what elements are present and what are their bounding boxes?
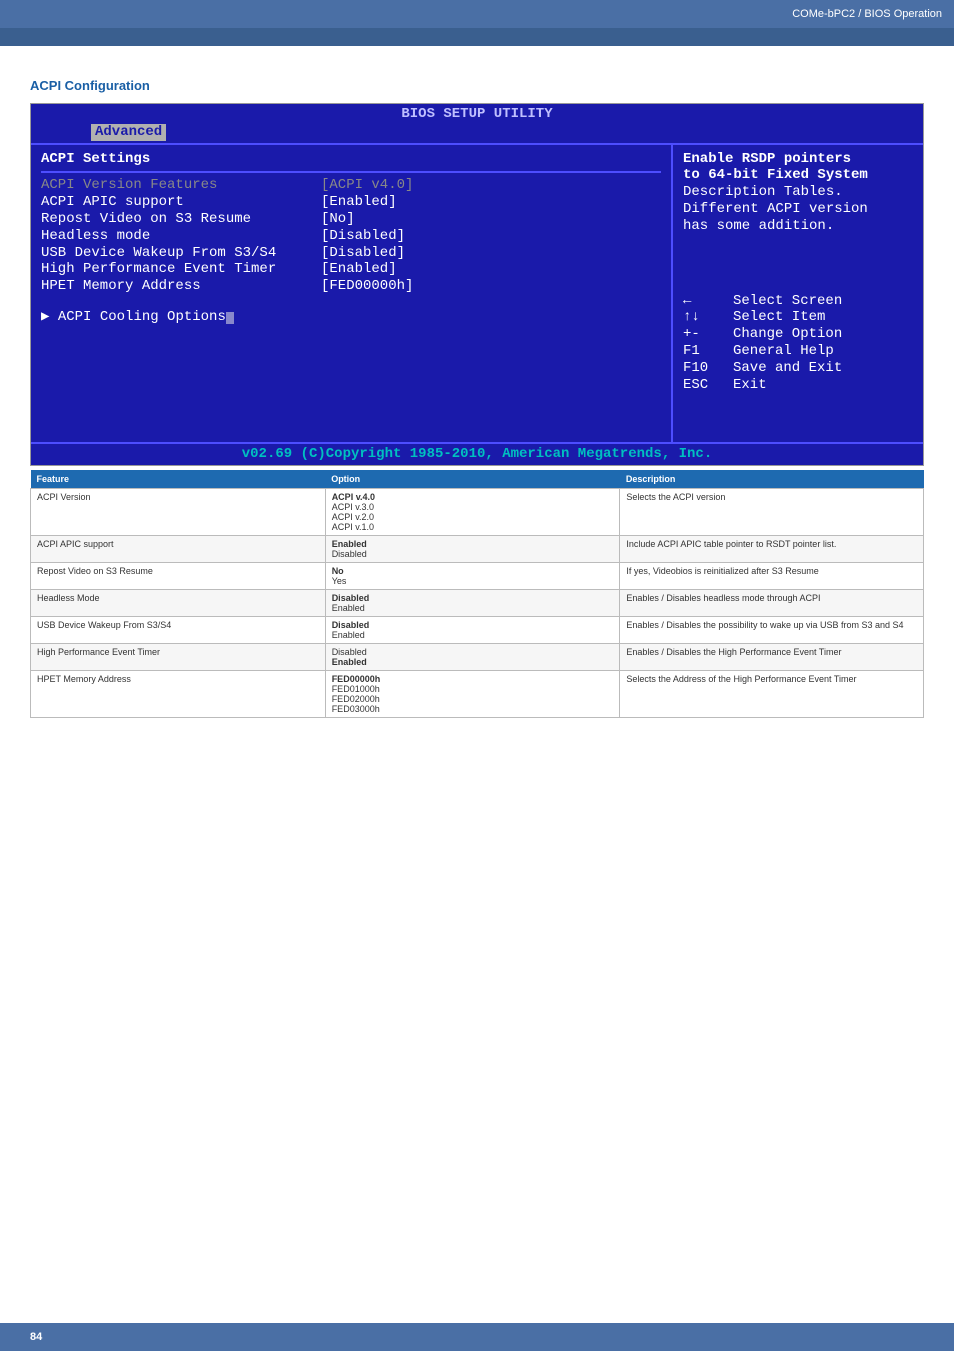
col-feature: Feature (31, 470, 326, 489)
bios-key: ↑↓ (683, 309, 733, 326)
cell-description: Selects the Address of the High Performa… (620, 670, 924, 717)
cell-description: Include ACPI APIC table pointer to RSDT … (620, 535, 924, 562)
bios-help-line: Enable RSDP pointers (683, 151, 913, 168)
bios-item-label: High Performance Event Timer (41, 261, 321, 278)
feature-table: Feature Option Description ACPI VersionA… (30, 470, 924, 718)
bios-right-panel: Enable RSDP pointers to 64-bit Fixed Sys… (673, 145, 923, 442)
bios-key: ESC (683, 377, 733, 394)
cell-option: DisabledEnabled (325, 589, 620, 616)
bios-help-line: Different ACPI version (683, 201, 913, 218)
bios-footer: v02.69 (C)Copyright 1985-2010, American … (31, 444, 923, 465)
bios-item-value: [Enabled] (321, 194, 397, 211)
cell-feature: High Performance Event Timer (31, 643, 326, 670)
bios-item-value: [Disabled] (321, 245, 405, 262)
bios-body: ACPI Settings ACPI Version Features[ACPI… (31, 143, 923, 444)
cell-feature: Repost Video on S3 Resume (31, 562, 326, 589)
cell-option: ACPI v.4.0ACPI v.3.0ACPI v.2.0ACPI v.1.0 (325, 488, 620, 535)
bios-setup-screen: BIOS SETUP UTILITY Advanced ACPI Setting… (30, 103, 924, 466)
bios-item-apic-support[interactable]: ACPI APIC support[Enabled] (41, 194, 661, 211)
bios-key: F1 (683, 343, 733, 360)
bios-item-usb-wakeup[interactable]: USB Device Wakeup From S3/S4[Disabled] (41, 245, 661, 262)
bios-item-value: [No] (321, 211, 355, 228)
bios-submenu-cooling[interactable]: ▶ ACPI Cooling Options (41, 309, 661, 326)
bios-item-label: ACPI Version Features (41, 177, 321, 194)
table-row: USB Device Wakeup From S3/S4DisabledEnab… (31, 616, 924, 643)
section-title: ACPI Configuration (30, 78, 924, 93)
bios-submenu-label: ▶ ACPI Cooling Options (41, 309, 226, 326)
table-row: ACPI APIC supportEnabledDisabledInclude … (31, 535, 924, 562)
bios-item-value: [FED00000h] (321, 278, 413, 295)
scrollbar-indicator-icon (226, 312, 234, 324)
bios-divider (41, 171, 661, 173)
cell-description: Enables / Disables headless mode through… (620, 589, 924, 616)
bios-key: F10 (683, 360, 733, 377)
bios-help-line: to 64-bit Fixed System (683, 167, 913, 184)
cell-option: DisabledEnabled (325, 643, 620, 670)
table-row: Repost Video on S3 ResumeNoYesIf yes, Vi… (31, 562, 924, 589)
bios-item-value: [Enabled] (321, 261, 397, 278)
bios-tab-advanced[interactable]: Advanced (91, 124, 166, 141)
bios-item-repost-video[interactable]: Repost Video on S3 Resume[No] (41, 211, 661, 228)
table-body: ACPI VersionACPI v.4.0ACPI v.3.0ACPI v.2… (31, 488, 924, 717)
cell-option: FED00000hFED01000hFED02000hFED03000h (325, 670, 620, 717)
bios-panel-heading: ACPI Settings (41, 151, 661, 168)
bios-item-label: ACPI APIC support (41, 194, 321, 211)
bios-key-desc: Select Screen (733, 293, 842, 310)
bios-item-value: [Disabled] (321, 228, 405, 245)
bios-item-label: Repost Video on S3 Resume (41, 211, 321, 228)
bios-key-desc: Select Item (733, 309, 825, 326)
cell-description: If yes, Videobios is reinitialized after… (620, 562, 924, 589)
bios-key-row: ↑↓Select Item (683, 309, 913, 326)
bios-key-desc: Exit (733, 377, 767, 394)
table-row: High Performance Event TimerDisabledEnab… (31, 643, 924, 670)
bios-tabs: Advanced (31, 123, 923, 143)
sub-header-bar (0, 28, 954, 46)
bios-item-label: HPET Memory Address (41, 278, 321, 295)
page-content: ACPI Configuration BIOS SETUP UTILITY Ad… (0, 46, 954, 718)
table-header: Feature Option Description (31, 470, 924, 489)
col-description: Description (620, 470, 924, 489)
cell-option: EnabledDisabled (325, 535, 620, 562)
bios-key: +- (683, 326, 733, 343)
cell-option: DisabledEnabled (325, 616, 620, 643)
bios-item-acpi-version[interactable]: ACPI Version Features[ACPI v4.0] (41, 177, 661, 194)
bios-key: ← (683, 293, 733, 310)
bios-key-desc: Change Option (733, 326, 842, 343)
bios-help-line: has some addition. (683, 218, 913, 235)
cell-feature: HPET Memory Address (31, 670, 326, 717)
bios-item-label: Headless mode (41, 228, 321, 245)
bios-item-value: [ACPI v4.0] (321, 177, 413, 194)
bios-keys: ←Select Screen ↑↓Select Item +-Change Op… (683, 293, 913, 394)
breadcrumb: COMe-bPC2 / BIOS Operation (792, 8, 942, 20)
cell-description: Selects the ACPI version (620, 488, 924, 535)
bios-key-row: +-Change Option (683, 326, 913, 343)
bios-item-hpet[interactable]: High Performance Event Timer[Enabled] (41, 261, 661, 278)
bios-item-headless[interactable]: Headless mode[Disabled] (41, 228, 661, 245)
bios-item-label: USB Device Wakeup From S3/S4 (41, 245, 321, 262)
cell-feature: Headless Mode (31, 589, 326, 616)
bios-key-row: F1General Help (683, 343, 913, 360)
bios-help-line: Description Tables. (683, 184, 913, 201)
bios-item-hpet-addr[interactable]: HPET Memory Address[FED00000h] (41, 278, 661, 295)
bios-title: BIOS SETUP UTILITY (31, 104, 923, 123)
bios-key-desc: Save and Exit (733, 360, 842, 377)
table-row: HPET Memory AddressFED00000hFED01000hFED… (31, 670, 924, 717)
bios-key-row: ←Select Screen (683, 293, 913, 310)
cell-feature: USB Device Wakeup From S3/S4 (31, 616, 326, 643)
cell-feature: ACPI APIC support (31, 535, 326, 562)
cell-feature: ACPI Version (31, 488, 326, 535)
bios-key-row: ESCExit (683, 377, 913, 394)
table-row: ACPI VersionACPI v.4.0ACPI v.3.0ACPI v.2… (31, 488, 924, 535)
cell-description: Enables / Disables the possibility to wa… (620, 616, 924, 643)
cell-description: Enables / Disables the High Performance … (620, 643, 924, 670)
col-option: Option (325, 470, 620, 489)
bios-key-desc: General Help (733, 343, 834, 360)
bios-left-panel: ACPI Settings ACPI Version Features[ACPI… (31, 145, 673, 442)
page-footer: 84 (0, 1323, 954, 1351)
bios-key-row: F10Save and Exit (683, 360, 913, 377)
table-row: Headless ModeDisabledEnabledEnables / Di… (31, 589, 924, 616)
page-number: 84 (30, 1331, 42, 1343)
header-bar: COMe-bPC2 / BIOS Operation (0, 0, 954, 28)
cell-option: NoYes (325, 562, 620, 589)
